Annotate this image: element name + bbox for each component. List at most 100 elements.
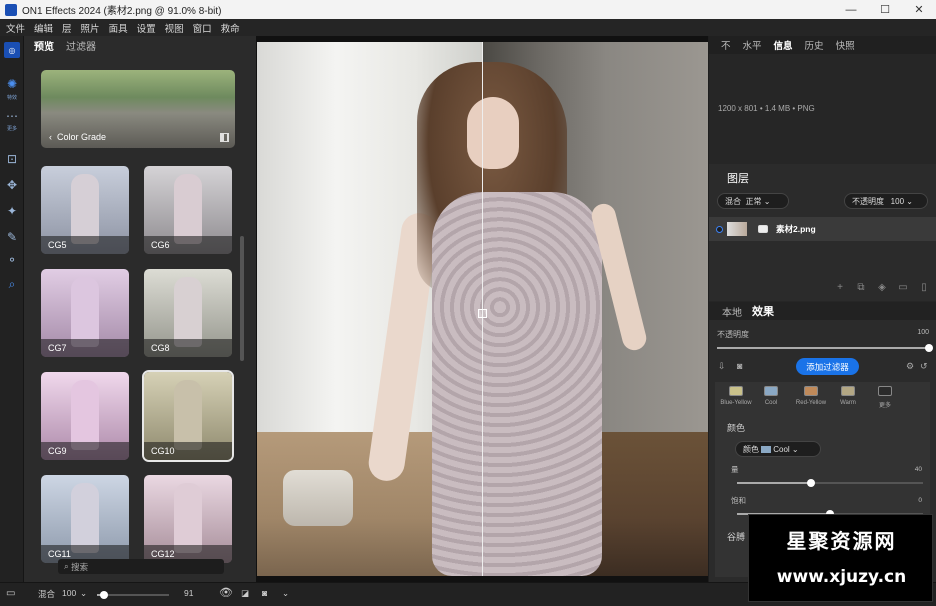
layer-row[interactable]: 素材2.png [709,217,936,241]
compare-split-handle[interactable] [478,309,487,318]
preset-cg9[interactable]: CG9 [41,372,129,460]
browser-scrollbar[interactable] [240,236,244,361]
menu-file[interactable]: 文件 [6,21,25,35]
import-icon[interactable]: ⇩ [718,361,726,372]
preset-name: CG8 [144,339,232,357]
tab-level[interactable]: 水平 [743,38,762,52]
menu-view[interactable]: 视图 [165,21,184,35]
swatch-label: Blue-Yellow [720,400,752,406]
reset-icon[interactable]: ↺ [920,361,928,372]
param-amount-slider[interactable] [737,479,923,487]
effects-icon[interactable]: ✺ [4,76,20,92]
panel-toggle-icon[interactable]: ▭ [6,588,15,599]
menu-mask[interactable]: 面具 [109,21,128,35]
slider-knob[interactable] [100,591,109,599]
add-layer-icon[interactable]: + [833,282,847,293]
preset-cg8[interactable]: CG8 [144,269,232,357]
menu-photo[interactable]: 照片 [81,21,100,35]
preset-cg11[interactable]: CG11 [41,475,129,563]
chevron-down-icon[interactable]: ⌄ [80,588,87,599]
menu-window[interactable]: 窗口 [193,21,212,35]
swatch-blue-yellow[interactable] [729,386,743,396]
image-canvas[interactable] [256,36,708,582]
swatch-more[interactable] [878,386,892,396]
preset-cg10[interactable]: CG10 [142,370,234,462]
opacity-label: 不透明度 [852,196,884,206]
delete-layer-icon[interactable]: ▯ [917,282,931,293]
mask-icon[interactable]: ◙ [737,361,742,371]
layer-visibility-toggle[interactable] [716,225,723,233]
tab-snapshots[interactable]: 快照 [836,38,855,52]
tab-local[interactable]: 本地 [722,304,742,319]
layer-opacity-dropdown[interactable]: 不透明度 100 ⌄ [844,193,928,209]
more-icon[interactable]: ⋯ [4,108,20,124]
close-button[interactable]: ✕ [902,0,936,19]
chevron-down-icon[interactable]: ⌄ [282,588,289,599]
blend-mode-dropdown[interactable]: 混合 正常 ⌄ [717,193,789,209]
thumb-figure [71,277,99,347]
swatch-cool[interactable] [764,386,778,396]
grid-view-icon[interactable] [220,133,229,142]
tab-preview[interactable]: 预览 [34,38,54,53]
search-icon[interactable]: ⌕ [4,276,20,292]
magic-wand-icon[interactable]: ✦ [4,203,20,219]
preview-eye-icon[interactable]: 👁 [219,586,233,599]
brush-icon[interactable]: ✎ [4,229,20,245]
minimize-button[interactable]: — [834,0,868,19]
preset-cg5[interactable]: CG5 [41,166,129,254]
image-info-text: 1200 x 801 • 1.4 MB • PNG [718,104,815,113]
crop-icon[interactable]: ⊡ [4,151,20,167]
slider-knob[interactable] [807,479,816,487]
tab-effects[interactable]: 效果 [752,303,774,319]
maximize-button[interactable]: ☐ [868,0,902,19]
swatch-label: Warm [840,400,856,406]
mask-layer-icon[interactable]: ▭ [896,282,910,293]
preset-cg6[interactable]: CG6 [144,166,232,254]
menu-layer[interactable]: 层 [62,21,72,35]
move-icon[interactable]: ✥ [4,177,20,193]
settings-gear-icon[interactable]: ⚙ [906,361,914,372]
add-filter-button[interactable]: 添加过滤器 [796,358,859,375]
menu-edit[interactable]: 编辑 [34,21,53,35]
effects-tabs: 本地 效果 [709,302,936,320]
zoom-slider[interactable] [97,591,169,599]
preset-cg12[interactable]: CG12 [144,475,232,563]
preset-cg7[interactable]: CG7 [41,269,129,357]
compare-icon[interactable]: ◪ [241,588,249,599]
mask-view-icon[interactable]: ◙ [262,588,267,598]
duplicate-layer-icon[interactable]: ⧉ [854,282,868,293]
photo-preview [257,42,708,576]
slider-fill [717,347,929,349]
menu-settings[interactable]: 设置 [137,21,156,35]
bottom-blend-value: 100 [62,588,77,598]
info-tabs: 不 水平 信息 历史 快照 [709,36,936,54]
color-dropdown[interactable]: 颜色 Cool ⌄ [735,441,821,457]
slider-knob[interactable] [925,344,933,352]
tab-history[interactable]: 历史 [805,38,824,52]
zoom-value: 91 [184,588,194,598]
fill-icon[interactable]: ◈ [875,282,889,293]
photo-dress [432,192,602,576]
category-banner[interactable]: ‹ Color Grade [41,70,235,148]
category-label: ‹ Color Grade [49,132,107,142]
swatch-warm[interactable] [841,386,855,396]
preset-browser: 预览 过滤器 ‹ Color Grade CG5 CG6 CG7 CG8 CG9… [24,36,256,582]
swatch-red-yellow[interactable] [804,386,818,396]
blend-value: 正常 [745,196,762,206]
tab-nav[interactable]: 不 [721,38,731,52]
layer-thumbnail [727,222,747,236]
tool-bar: ◎ ✺ 特效 ⋯ 更多 ⊡ ✥ ✦ ✎ ⚬ ⌕ [0,36,24,582]
tab-info[interactable]: 信息 [774,38,793,52]
browser-tabs: 预览 过滤器 [24,36,256,54]
photo-face [467,97,519,169]
right-panel: 不 水平 信息 历史 快照 1200 x 801 • 1.4 MB • PNG … [709,36,936,582]
effects-tool-label: 特效 [6,95,17,101]
tab-filters[interactable]: 过滤器 [66,38,96,53]
menu-help[interactable]: 救命 [221,21,240,35]
shapes-icon[interactable]: ⚬ [4,252,20,268]
layer-mask-icon[interactable] [758,225,768,233]
effect-opacity-slider[interactable] [717,344,933,352]
app-logo-icon [5,3,17,16]
preset-search-input[interactable]: ⌕ 搜索 [58,559,224,574]
swatch-label: Red-Yellow [795,400,827,406]
